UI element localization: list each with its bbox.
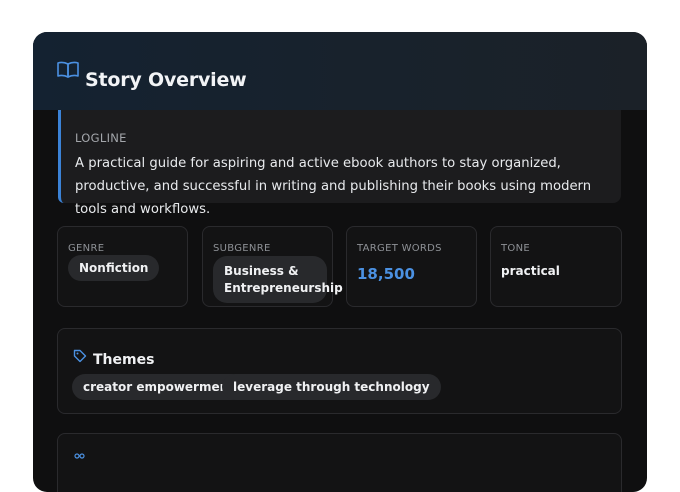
theme-tag: creator empowerment xyxy=(72,374,245,400)
theme-tag: leverage through technology xyxy=(222,374,441,400)
book-open-icon xyxy=(57,61,79,78)
story-overview-card: Story Overview LOGLINE A practical guide… xyxy=(33,32,647,492)
themes-title: Themes xyxy=(93,352,155,368)
genre-label: GENRE xyxy=(68,243,105,254)
subgenre-label: SUBGENRE xyxy=(213,243,271,254)
tag-icon xyxy=(73,349,87,363)
tone-stat: TONE practical xyxy=(490,226,622,307)
target-words-stat: TARGET WORDS 18,500 xyxy=(346,226,477,307)
logline-panel: LOGLINE A practical guide for aspiring a… xyxy=(58,110,621,217)
target-words-label: TARGET WORDS xyxy=(357,243,442,254)
subgenre-badge: Business & Entrepreneurship xyxy=(213,256,343,303)
logline-label: LOGLINE xyxy=(75,131,127,145)
target-words-value: 18,500 xyxy=(357,265,415,283)
users-icon xyxy=(74,453,85,459)
logline-text: A practical guide for aspiring and activ… xyxy=(75,156,592,217)
page-title: Story Overview xyxy=(85,69,247,91)
genre-badge: Nonfiction xyxy=(68,255,160,281)
tone-value: practical xyxy=(501,264,560,278)
card-header: Story Overview xyxy=(33,32,647,110)
themes-section: Themes creator empowerment leverage thro… xyxy=(57,328,622,414)
genre-stat: GENRE Nonfiction xyxy=(57,226,188,307)
characters-section xyxy=(57,433,622,492)
subgenre-stat: SUBGENRE Business & Entrepreneurship xyxy=(202,226,343,307)
tone-label: TONE xyxy=(501,243,530,254)
